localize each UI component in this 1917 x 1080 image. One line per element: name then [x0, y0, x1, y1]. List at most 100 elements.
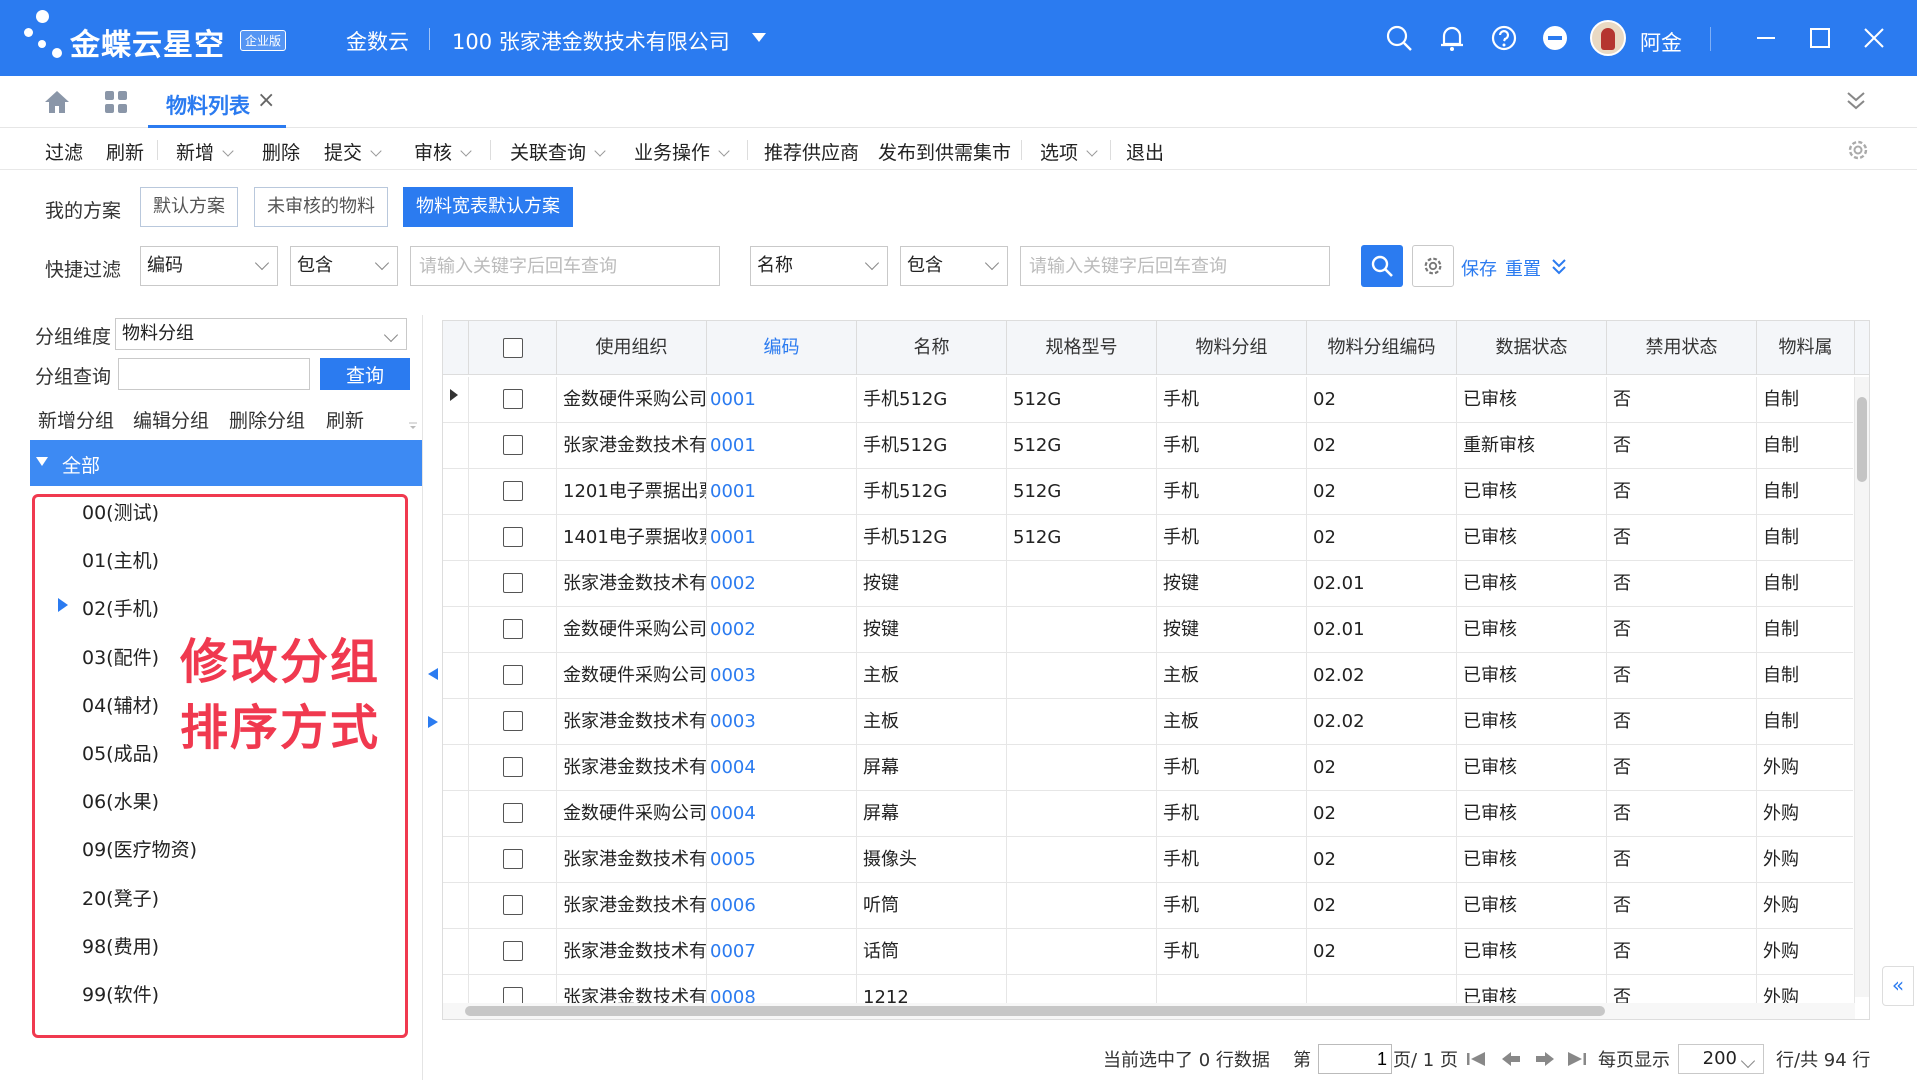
table-row[interactable]: 张家港金数技术有 0005 摄像头 手机 02 已审核否外购	[443, 837, 1855, 883]
row-checkbox[interactable]	[503, 757, 523, 777]
material-code-link[interactable]: 0002	[707, 607, 857, 653]
scheme-unaudited-button[interactable]: 未审核的物料	[254, 187, 388, 227]
filter-operator-select-1[interactable]: 包含	[290, 246, 398, 286]
scheme-wide-table-button[interactable]: 物料宽表默认方案	[403, 187, 573, 227]
table-row[interactable]: 金数硬件采购公司 0002 按键 按键 02.01 已审核否自制	[443, 607, 1855, 653]
related-query-button[interactable]: 关联查询	[510, 138, 606, 165]
table-row[interactable]: 张家港金数技术有 0004 屏幕 手机 02 已审核否外购	[443, 745, 1855, 791]
per-page-select[interactable]: 200	[1678, 1044, 1764, 1074]
app-name[interactable]: 金数云	[346, 26, 409, 56]
publish-button[interactable]: 发布到供需集市	[878, 138, 1011, 165]
filter-field-select-1[interactable]: 编码	[140, 246, 278, 286]
row-checkbox[interactable]	[503, 895, 523, 915]
refresh-button[interactable]: 刷新	[106, 138, 144, 165]
options-button[interactable]: 选项	[1040, 138, 1098, 165]
material-code-link[interactable]: 0007	[707, 929, 857, 975]
maximize-icon[interactable]	[1806, 24, 1834, 52]
table-row[interactable]: 张家港金数技术有 0001 手机512G 512G 手机 02 重新审核否自制	[443, 423, 1855, 469]
bell-icon[interactable]	[1438, 24, 1466, 52]
minus-circle-icon[interactable]	[1541, 24, 1569, 52]
scheme-default-button[interactable]: 默认方案	[140, 187, 238, 227]
chevron-down-icon[interactable]	[718, 145, 730, 157]
chevron-down-icon[interactable]	[222, 145, 234, 157]
table-row[interactable]: 张家港金数技术有 0003 主板 主板 02.02 已审核否自制	[443, 699, 1855, 745]
last-page-icon[interactable]	[1568, 1052, 1586, 1066]
page-number-input[interactable]	[1318, 1044, 1392, 1074]
first-page-icon[interactable]	[1467, 1052, 1485, 1066]
material-code-link[interactable]: 0001	[707, 469, 857, 515]
double-chevron-down-icon[interactable]	[1846, 90, 1866, 112]
org-selector[interactable]: 100 张家港金数技术有限公司	[452, 26, 730, 56]
material-code-link[interactable]: 0002	[707, 561, 857, 607]
collapse-left-icon[interactable]	[428, 668, 438, 680]
row-checkbox[interactable]	[503, 849, 523, 869]
table-row[interactable]: 1401电子票据收票 0001 手机512G 512G 手机 02 已审核否自制	[443, 515, 1855, 561]
chevron-down-icon[interactable]	[1086, 145, 1098, 157]
material-code-link[interactable]: 0003	[707, 653, 857, 699]
column-header[interactable]: 编码	[707, 321, 857, 375]
caret-down-icon[interactable]	[36, 457, 48, 467]
next-page-icon[interactable]	[1536, 1052, 1554, 1066]
new-button[interactable]: 新增	[176, 138, 234, 165]
filter-settings-button[interactable]	[1412, 245, 1454, 287]
table-row[interactable]: 张家港金数技术有 0002 按键 按键 02.01 已审核否自制	[443, 561, 1855, 607]
add-group-button[interactable]: 新增分组	[38, 406, 114, 433]
scroll-thumb[interactable]	[465, 1006, 1605, 1016]
row-checkbox[interactable]	[503, 435, 523, 455]
filter-value-input-1[interactable]	[410, 246, 720, 286]
column-header[interactable]: 使用组织	[557, 321, 707, 375]
column-header[interactable]: 物料分组编码	[1307, 321, 1457, 375]
table-row[interactable]: 1201电子票据出票 0001 手机512G 512G 手机 02 已审核否自制	[443, 469, 1855, 515]
prev-page-icon[interactable]	[1502, 1052, 1520, 1066]
row-checkbox[interactable]	[503, 665, 523, 685]
tree-root-all[interactable]: 全部	[30, 440, 422, 486]
material-code-link[interactable]: 0001	[707, 423, 857, 469]
expand-right-icon[interactable]	[428, 716, 438, 728]
group-query-input[interactable]	[118, 358, 310, 390]
submit-button[interactable]: 提交	[324, 138, 382, 165]
row-checkbox[interactable]	[503, 803, 523, 823]
filter-button[interactable]: 过滤	[45, 138, 83, 165]
table-row[interactable]: 金数硬件采购公司 0004 屏幕 手机 02 已审核否外购	[443, 791, 1855, 837]
group-dimension-select[interactable]: 物料分组	[115, 318, 407, 350]
delete-group-button[interactable]: 删除分组	[229, 406, 305, 433]
material-code-link[interactable]: 0005	[707, 837, 857, 883]
material-code-link[interactable]: 0001	[707, 515, 857, 561]
vertical-scrollbar[interactable]	[1855, 377, 1869, 997]
chevron-down-icon[interactable]	[594, 145, 606, 157]
material-code-link[interactable]: 0006	[707, 883, 857, 929]
gear-icon[interactable]	[1846, 138, 1870, 162]
column-header[interactable]: 名称	[857, 321, 1007, 375]
reset-link[interactable]: 重置	[1505, 255, 1541, 281]
help-icon[interactable]	[1490, 24, 1518, 52]
delete-button[interactable]: 删除	[262, 138, 300, 165]
material-code-link[interactable]: 0004	[707, 791, 857, 837]
caret-down-icon[interactable]	[752, 33, 766, 42]
column-header[interactable]: 物料分组	[1157, 321, 1307, 375]
save-scheme-link[interactable]: 保存	[1461, 255, 1497, 281]
group-query-button[interactable]: 查询	[320, 358, 410, 390]
table-row[interactable]: 金数硬件采购公司 0003 主板 主板 02.02 已审核否自制	[443, 653, 1855, 699]
row-checkbox[interactable]	[503, 481, 523, 501]
row-checkbox[interactable]	[503, 619, 523, 639]
scroll-thumb[interactable]	[1857, 397, 1867, 482]
column-header[interactable]: 规格型号	[1007, 321, 1157, 375]
search-icon[interactable]	[1385, 24, 1413, 52]
search-button[interactable]	[1361, 245, 1403, 287]
minimize-icon[interactable]	[1752, 24, 1780, 52]
double-chevron-down-icon[interactable]	[1551, 258, 1567, 276]
row-checkbox[interactable]	[503, 389, 523, 409]
column-header[interactable]: 禁用状态	[1607, 321, 1757, 375]
recommend-supplier-button[interactable]: 推荐供应商	[764, 138, 859, 165]
select-all-checkbox[interactable]	[503, 338, 523, 358]
chevron-down-icon[interactable]	[460, 145, 472, 157]
double-chevron-left-icon[interactable]: «	[1882, 966, 1914, 1006]
column-header[interactable]: 物料属	[1757, 321, 1855, 375]
refresh-group-button[interactable]: 刷新	[326, 406, 364, 433]
chevron-down-icon[interactable]	[370, 145, 382, 157]
table-row[interactable]: 张家港金数技术有 0006 听筒 手机 02 已审核否外购	[443, 883, 1855, 929]
filter-operator-select-2[interactable]: 包含	[900, 246, 1008, 286]
apps-grid-icon[interactable]	[104, 90, 128, 114]
material-code-link[interactable]: 0003	[707, 699, 857, 745]
filter-value-input-2[interactable]	[1020, 246, 1330, 286]
